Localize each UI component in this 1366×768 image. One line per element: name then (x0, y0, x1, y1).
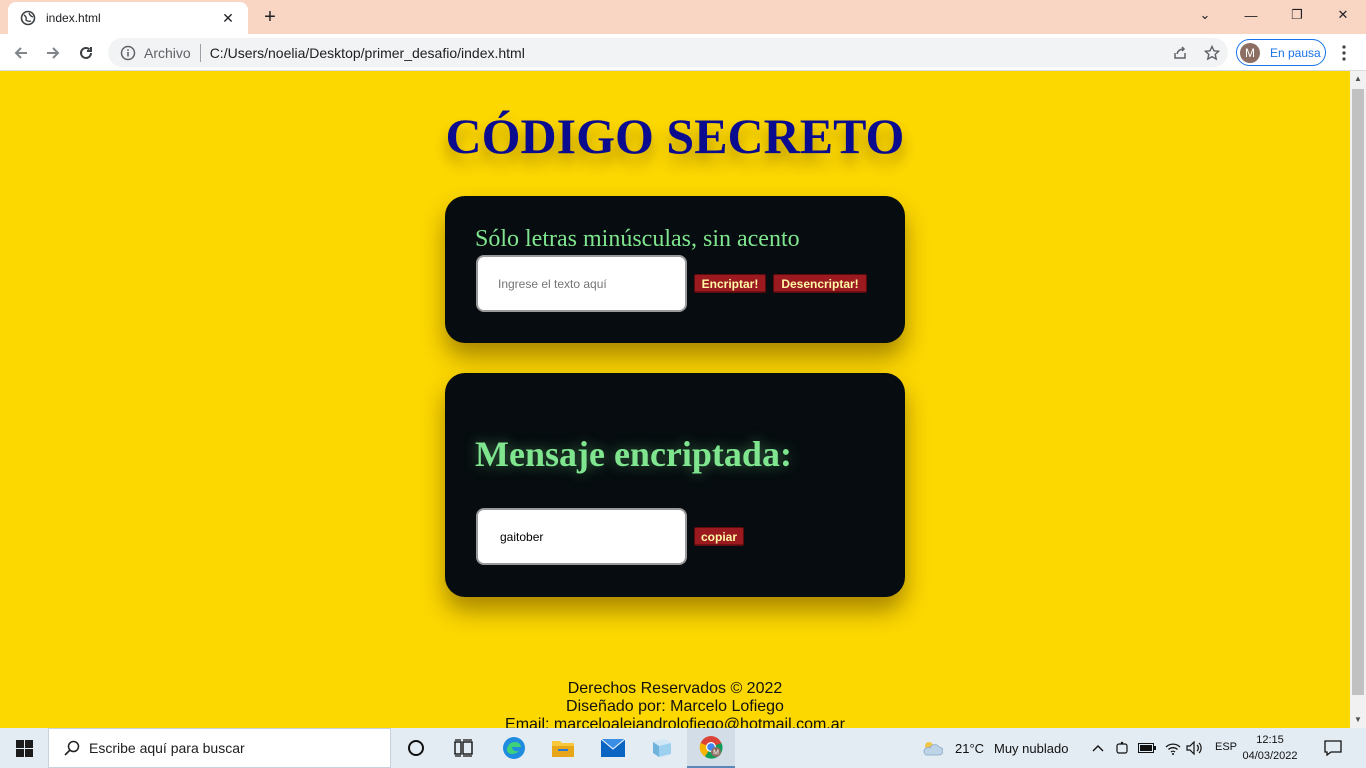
reload-button[interactable] (73, 40, 99, 66)
new-tab-button[interactable]: + (258, 6, 282, 28)
taskbar-chrome[interactable]: M (687, 728, 735, 768)
meet-now-icon (1116, 741, 1128, 754)
url-text[interactable]: C:/Users/noelia/Desktop/primer_desafio/i… (210, 45, 1164, 61)
footer: Derechos Reservados © 2022 Diseñado por:… (0, 680, 1350, 728)
task-view-button[interactable] (440, 728, 488, 768)
clock-date: 04/03/2022 (1242, 750, 1298, 762)
vertical-scrollbar[interactable]: ▲ ▼ (1350, 71, 1366, 728)
notification-icon (1324, 740, 1342, 756)
network-button[interactable] (1162, 728, 1184, 768)
profile-status: En pausa (1270, 45, 1321, 60)
edge-icon (503, 737, 525, 759)
meet-now-button[interactable] (1112, 728, 1132, 768)
cortana-circle-icon (408, 740, 424, 756)
arrow-right-icon (47, 47, 60, 59)
address-bar[interactable]: Archivo C:/Users/noelia/Desktop/primer_d… (108, 38, 1228, 67)
folder-icon (552, 741, 574, 757)
browser-toolbar: Archivo C:/Users/noelia/Desktop/primer_d… (0, 34, 1366, 71)
footer-designer: Diseñado por: Marcelo Lofiego (566, 698, 784, 715)
windows-logo-icon (15, 739, 33, 757)
cloudy-weather-icon (923, 742, 943, 756)
omnibox-divider (199, 43, 201, 62)
page-title: CÓDIGO SECRETO (445, 108, 905, 164)
reload-icon (80, 46, 92, 59)
info-icon[interactable] (120, 45, 136, 61)
battery-button[interactable] (1136, 728, 1158, 768)
forward-button[interactable] (40, 40, 66, 66)
app-tile-icon (653, 739, 671, 757)
decrypt-button[interactable]: Desencriptar! (773, 274, 867, 293)
mail-icon (601, 739, 625, 757)
scroll-down-arrow-icon[interactable]: ▼ (1350, 712, 1366, 728)
back-button[interactable] (8, 40, 34, 66)
input-hint: Sólo letras minúsculas, sin acento (475, 226, 800, 252)
chevron-up-icon (1092, 745, 1104, 752)
taskbar-app[interactable] (638, 728, 686, 768)
restore-button[interactable]: ❐ (1274, 0, 1320, 30)
tab-index-html[interactable]: index.html ✕ (8, 2, 248, 34)
search-icon (63, 739, 81, 757)
speaker-icon (1186, 741, 1202, 755)
taskbar-search[interactable]: Escribe aquí para buscar (48, 728, 391, 768)
weather-temp: 21°C (955, 741, 985, 756)
volume-button[interactable] (1184, 728, 1206, 768)
encrypt-button[interactable]: Encriptar! (694, 274, 766, 293)
close-window-button[interactable]: ✕ (1320, 0, 1366, 30)
windows-start-button[interactable] (0, 728, 48, 768)
kebab-menu-icon[interactable] (1334, 42, 1354, 64)
tab-strip: index.html ✕ + ⌄ — ❐ ✕ (0, 0, 1366, 34)
bookmark-star-icon[interactable] (1196, 41, 1228, 65)
footer-email: Email: marceloalejandrolofiego@hotmail.c… (505, 716, 845, 728)
arrow-left-icon (14, 47, 27, 59)
globe-icon (20, 10, 36, 26)
weather-widget[interactable] (912, 728, 952, 768)
output-title: Mensaje encriptada: (475, 434, 792, 474)
battery-icon (1138, 743, 1156, 753)
minimize-button[interactable]: — (1228, 0, 1274, 30)
notifications-button[interactable] (1316, 728, 1350, 768)
copy-button[interactable]: copiar (694, 527, 744, 546)
tab-search-button[interactable]: ⌄ (1182, 0, 1228, 30)
chrome-icon: M (699, 736, 723, 759)
taskbar-mail[interactable] (589, 728, 637, 768)
wifi-icon (1165, 743, 1181, 755)
avatar: M (1240, 42, 1260, 63)
origin-label: Archivo (144, 44, 191, 61)
output-field[interactable]: gaitober (476, 508, 687, 565)
share-icon[interactable] (1164, 41, 1196, 65)
encrypt-card: Sólo letras minúsculas, sin acento Ingre… (445, 196, 905, 343)
text-input[interactable]: Ingrese el texto aquí (476, 255, 687, 312)
cortana-button[interactable] (392, 728, 440, 768)
profile-button[interactable]: M En pausa (1236, 39, 1326, 66)
taskbar-edge[interactable] (490, 728, 538, 768)
taskbar-file-explorer[interactable] (539, 728, 587, 768)
scrollbar-thumb[interactable] (1352, 89, 1364, 695)
language-indicator[interactable]: ESP (1215, 741, 1237, 753)
weather-desc: Muy nublado (994, 741, 1069, 756)
clock-time: 12:15 (1256, 734, 1284, 746)
page-viewport: CÓDIGO SECRETO Sólo letras minúsculas, s… (0, 71, 1350, 728)
show-hidden-icons-button[interactable] (1088, 728, 1108, 768)
svg-text:M: M (713, 750, 719, 757)
clock[interactable]: 12:15 04/03/2022 (1240, 732, 1300, 764)
search-placeholder: Escribe aquí para buscar (89, 740, 245, 756)
scroll-up-arrow-icon[interactable]: ▲ (1350, 71, 1366, 87)
output-card: Mensaje encriptada: gaitober copiar (445, 373, 905, 597)
tab-close-icon[interactable]: ✕ (220, 10, 236, 27)
footer-rights: Derechos Reservados © 2022 (567, 680, 783, 697)
taskbar: Escribe aquí para buscar M 21°C Muy nubl… (0, 728, 1366, 768)
task-view-icon (454, 739, 473, 757)
tab-title: index.html (46, 11, 101, 25)
